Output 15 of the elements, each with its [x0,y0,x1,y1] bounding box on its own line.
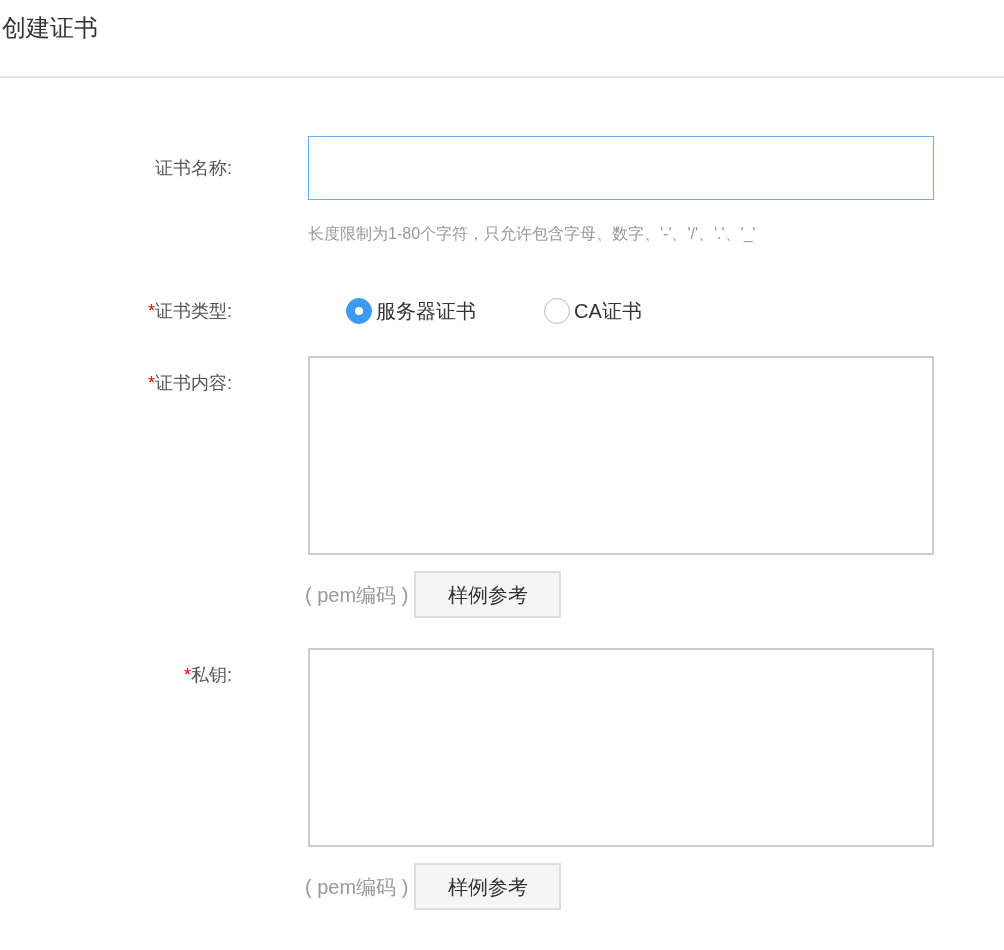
field-label: *私钥: [183,664,232,687]
text-area[interactable] [308,356,934,555]
hint-text: 长度限制为1-80个字符，只允许包含字母、数字、'-'、'/'、'.'、'_' [308,225,756,242]
page-title: 创建证书 [2,14,98,41]
text-area[interactable] [308,648,934,847]
input-field[interactable] [308,136,934,200]
sample-button[interactable]: 样例参考 [414,571,562,618]
radio-option[interactable]: CA证书 [544,296,642,326]
encoding-note: ( pem编码 ) [305,582,409,608]
field-label: *证书内容: [147,372,232,395]
sample-button[interactable]: 样例参考 [414,863,562,910]
field-label: *证书类型: [147,299,232,323]
field-label: 证书名称: [155,156,232,180]
encoding-note: ( pem编码 ) [305,874,409,900]
radio-option[interactable]: 服务器证书 [346,296,476,326]
